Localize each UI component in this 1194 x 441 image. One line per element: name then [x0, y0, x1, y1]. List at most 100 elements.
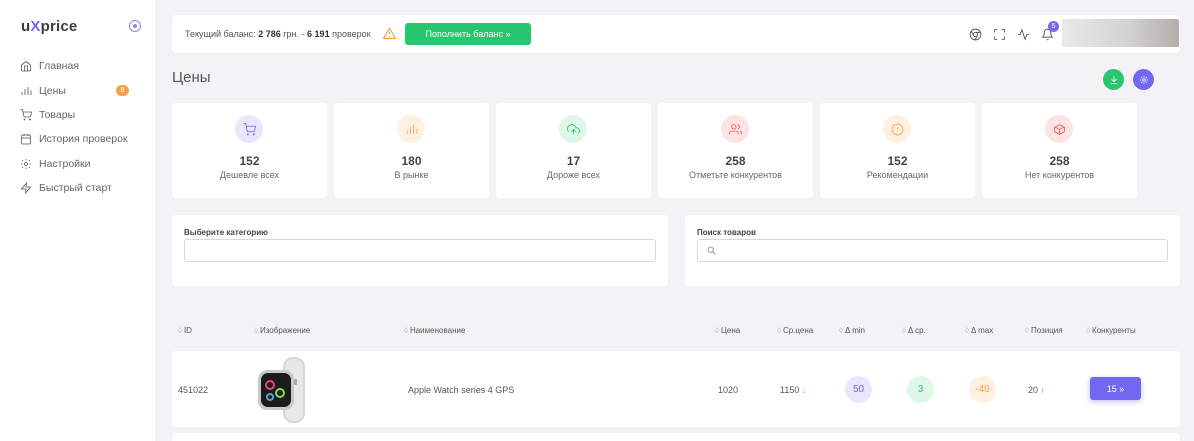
download-icon: [1110, 75, 1117, 84]
stat-icon-wrap: [721, 115, 749, 143]
settings-button[interactable]: [1133, 69, 1154, 90]
stat-icon-wrap: [559, 115, 587, 143]
page-title: Цены: [172, 69, 211, 86]
sidebar-toggle-icon[interactable]: [129, 20, 141, 32]
column-label: Δ ср.: [907, 326, 926, 335]
avg-price-value: 1150: [780, 385, 800, 395]
notification-badge: 5: [1048, 21, 1059, 32]
search-icon: [707, 246, 716, 255]
sidebar-item-products[interactable]: Товары: [0, 103, 155, 127]
stat-card-in-market[interactable]: 180 В рынке: [334, 103, 489, 198]
stat-card-cheapest[interactable]: 152 Дешевле всех: [172, 103, 327, 198]
stat-card-recommendations[interactable]: 152 Рекомендации: [820, 103, 975, 198]
gear-icon: [19, 157, 32, 170]
stat-card-no-competitors[interactable]: 258 Нет конкурентов: [982, 103, 1137, 198]
stat-value: 180: [401, 154, 422, 168]
table-header: ◊ ID ◊ Изображение ◊ Наименование ◊ Цена ◊ Ср…: [172, 316, 1180, 344]
column-header-id[interactable]: ◊ ID: [178, 326, 192, 335]
sidebar-nav: Главная Цены 9 Товары История проверок Н…: [0, 54, 155, 200]
sort-icon: ◊: [839, 326, 843, 335]
stat-label: Отметьте конкурентов: [689, 170, 782, 180]
stat-label: Дороже всех: [546, 170, 601, 180]
calendar-icon: [19, 133, 32, 146]
chrome-icon[interactable]: [968, 27, 983, 42]
sidebar-item-label: История проверок: [39, 133, 128, 146]
sidebar-item-home[interactable]: Главная: [0, 54, 155, 78]
logo-part: X: [30, 18, 41, 35]
download-button[interactable]: [1103, 69, 1124, 90]
sidebar-item-quickstart[interactable]: Быстрый старт: [0, 176, 155, 200]
table-row[interactable]: 451022 Apple Watch series 4 GPS 1020 115…: [172, 351, 1180, 427]
sidebar-item-label: Быстрый старт: [39, 182, 112, 195]
sort-icon: ◊: [715, 326, 719, 335]
sidebar-item-settings[interactable]: Настройки: [0, 152, 155, 176]
cell-name[interactable]: Apple Watch series 4 GPS: [408, 385, 514, 395]
category-select[interactable]: [184, 239, 656, 262]
balance-currency: грн.: [283, 29, 300, 39]
sort-icon: ◊: [404, 326, 408, 335]
sidebar-item-label: Настройки: [39, 157, 91, 170]
sort-icon: ◊: [178, 326, 182, 335]
sidebar-item-prices[interactable]: Цены 9: [0, 78, 155, 102]
topup-balance-button[interactable]: Пополнить баланс »: [405, 23, 531, 45]
column-header-price[interactable]: ◊ Цена: [715, 326, 740, 335]
cell-position: 20 ↑: [1028, 385, 1045, 395]
column-header-name[interactable]: ◊ Наименование: [404, 326, 465, 335]
column-label: Наименование: [409, 326, 466, 335]
delta-avg-badge: 3: [907, 376, 934, 403]
stat-label: Дешевле всех: [219, 170, 280, 180]
column-label: Цена: [720, 326, 741, 335]
bar-chart-icon: [406, 124, 417, 134]
logo-part: price: [40, 18, 78, 35]
gear-icon: [1139, 75, 1148, 84]
balance-amount: 2 786: [258, 29, 281, 39]
column-label: Позиция: [1030, 326, 1063, 335]
upload-cloud-icon: [566, 123, 580, 134]
sidebar-item-history[interactable]: История проверок: [0, 127, 155, 151]
stat-label: В рынке: [394, 170, 429, 180]
column-label: Δ max: [970, 326, 994, 335]
stat-icon-wrap: [397, 115, 425, 143]
sidebar-item-label: Товары: [39, 108, 76, 121]
column-header-delta-max[interactable]: ◊ Δ max: [965, 326, 993, 335]
column-header-competitors[interactable]: ◊ Конкуренты: [1086, 326, 1136, 335]
search-input[interactable]: [697, 239, 1168, 262]
stat-label: Рекомендации: [866, 170, 929, 180]
stat-icon-wrap: [883, 115, 911, 143]
user-profile[interactable]: [1062, 19, 1179, 47]
column-header-delta-min[interactable]: ◊ Δ min: [839, 326, 865, 335]
column-label: Изображение: [259, 326, 311, 335]
cart-icon: [19, 108, 32, 121]
activity-icon[interactable]: [1016, 27, 1031, 42]
cell-id: 451022: [178, 385, 209, 395]
stats-row: 152 Дешевле всех 180 В рынке 17 Дороже в…: [172, 103, 1137, 198]
column-header-avg-price[interactable]: ◊ Ср.цена: [777, 326, 813, 335]
cell-price: 1020: [718, 385, 739, 395]
sort-icon: ◊: [965, 326, 969, 335]
balance-prefix: Текущий баланс:: [185, 29, 256, 39]
sidebar: uXprice Главная Цены 9 Товары История пр…: [0, 0, 155, 441]
bar-chart-icon: [19, 84, 32, 97]
delta-max-badge: -40: [969, 376, 996, 403]
stat-value: 258: [1049, 154, 1070, 168]
column-label: Δ min: [844, 326, 865, 335]
category-label: Выберите категорию: [184, 228, 268, 237]
warning-icon: [383, 27, 396, 39]
app-logo[interactable]: uXprice: [21, 18, 77, 35]
category-filter-card: Выберите категорию: [172, 215, 668, 286]
bell-icon[interactable]: 5: [1040, 21, 1059, 42]
column-header-image[interactable]: ◊ Изображение: [254, 326, 310, 335]
product-image: [258, 357, 305, 423]
stat-icon-wrap: [1045, 115, 1073, 143]
competitors-button[interactable]: 15 »: [1090, 377, 1141, 400]
stat-card-mark-competitors[interactable]: 258 Отметьте конкурентов: [658, 103, 813, 198]
column-label: Ср.цена: [782, 326, 814, 335]
fullscreen-icon[interactable]: [992, 27, 1007, 42]
stat-value: 152: [239, 154, 260, 168]
box-icon: [1053, 123, 1065, 135]
search-label: Поиск товаров: [697, 228, 756, 237]
column-header-delta-avg[interactable]: ◊ Δ ср.: [902, 326, 926, 335]
stat-card-most-expensive[interactable]: 17 Дороже всех: [496, 103, 651, 198]
column-header-position[interactable]: ◊ Позиция: [1025, 326, 1063, 335]
balance-info: Текущий баланс: 2 786 грн. - 6 191 прове…: [185, 29, 371, 39]
